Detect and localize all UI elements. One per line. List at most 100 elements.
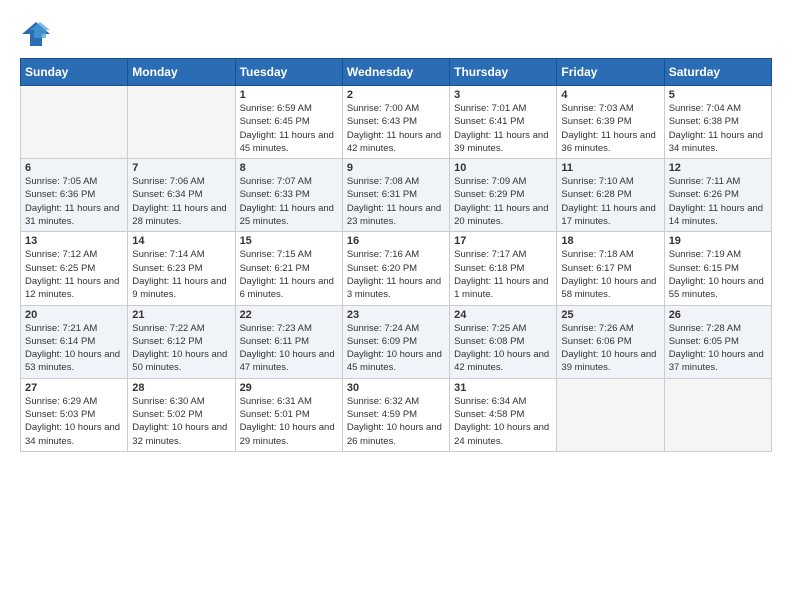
calendar-cell: 18Sunrise: 7:18 AMSunset: 6:17 PMDayligh…	[557, 232, 664, 305]
calendar-cell: 1Sunrise: 6:59 AMSunset: 6:45 PMDaylight…	[235, 86, 342, 159]
day-number: 25	[561, 309, 659, 321]
calendar-cell: 23Sunrise: 7:24 AMSunset: 6:09 PMDayligh…	[342, 305, 449, 378]
calendar-week-row: 13Sunrise: 7:12 AMSunset: 6:25 PMDayligh…	[21, 232, 772, 305]
day-number: 12	[669, 162, 767, 174]
day-info: Sunrise: 7:17 AMSunset: 6:18 PMDaylight:…	[454, 248, 552, 301]
day-number: 24	[454, 309, 552, 321]
calendar-cell: 29Sunrise: 6:31 AMSunset: 5:01 PMDayligh…	[235, 378, 342, 451]
calendar-cell: 21Sunrise: 7:22 AMSunset: 6:12 PMDayligh…	[128, 305, 235, 378]
logo	[20, 20, 56, 48]
day-info: Sunrise: 7:08 AMSunset: 6:31 PMDaylight:…	[347, 175, 445, 228]
calendar-cell: 4Sunrise: 7:03 AMSunset: 6:39 PMDaylight…	[557, 86, 664, 159]
calendar-cell: 27Sunrise: 6:29 AMSunset: 5:03 PMDayligh…	[21, 378, 128, 451]
day-number: 28	[132, 382, 230, 394]
calendar-cell: 30Sunrise: 6:32 AMSunset: 4:59 PMDayligh…	[342, 378, 449, 451]
day-info: Sunrise: 6:34 AMSunset: 4:58 PMDaylight:…	[454, 395, 552, 448]
calendar-cell: 14Sunrise: 7:14 AMSunset: 6:23 PMDayligh…	[128, 232, 235, 305]
day-number: 31	[454, 382, 552, 394]
calendar-cell: 28Sunrise: 6:30 AMSunset: 5:02 PMDayligh…	[128, 378, 235, 451]
calendar-cell: 10Sunrise: 7:09 AMSunset: 6:29 PMDayligh…	[450, 159, 557, 232]
calendar-cell: 3Sunrise: 7:01 AMSunset: 6:41 PMDaylight…	[450, 86, 557, 159]
calendar-cell	[128, 86, 235, 159]
day-info: Sunrise: 7:28 AMSunset: 6:05 PMDaylight:…	[669, 322, 767, 375]
calendar-cell: 9Sunrise: 7:08 AMSunset: 6:31 PMDaylight…	[342, 159, 449, 232]
day-info: Sunrise: 6:30 AMSunset: 5:02 PMDaylight:…	[132, 395, 230, 448]
weekday-header: Sunday	[21, 59, 128, 86]
day-number: 14	[132, 235, 230, 247]
weekday-header: Saturday	[664, 59, 771, 86]
calendar-week-row: 27Sunrise: 6:29 AMSunset: 5:03 PMDayligh…	[21, 378, 772, 451]
calendar-cell: 8Sunrise: 7:07 AMSunset: 6:33 PMDaylight…	[235, 159, 342, 232]
day-info: Sunrise: 7:03 AMSunset: 6:39 PMDaylight:…	[561, 102, 659, 155]
day-number: 21	[132, 309, 230, 321]
day-info: Sunrise: 7:21 AMSunset: 6:14 PMDaylight:…	[25, 322, 123, 375]
day-info: Sunrise: 7:23 AMSunset: 6:11 PMDaylight:…	[240, 322, 338, 375]
day-number: 13	[25, 235, 123, 247]
day-info: Sunrise: 7:11 AMSunset: 6:26 PMDaylight:…	[669, 175, 767, 228]
day-number: 16	[347, 235, 445, 247]
day-number: 27	[25, 382, 123, 394]
day-number: 5	[669, 89, 767, 101]
weekday-header: Tuesday	[235, 59, 342, 86]
day-number: 7	[132, 162, 230, 174]
day-info: Sunrise: 7:14 AMSunset: 6:23 PMDaylight:…	[132, 248, 230, 301]
weekday-header: Monday	[128, 59, 235, 86]
day-info: Sunrise: 7:09 AMSunset: 6:29 PMDaylight:…	[454, 175, 552, 228]
calendar-cell: 5Sunrise: 7:04 AMSunset: 6:38 PMDaylight…	[664, 86, 771, 159]
calendar-cell: 19Sunrise: 7:19 AMSunset: 6:15 PMDayligh…	[664, 232, 771, 305]
day-number: 10	[454, 162, 552, 174]
day-info: Sunrise: 7:06 AMSunset: 6:34 PMDaylight:…	[132, 175, 230, 228]
day-info: Sunrise: 6:29 AMSunset: 5:03 PMDaylight:…	[25, 395, 123, 448]
day-number: 6	[25, 162, 123, 174]
day-info: Sunrise: 7:01 AMSunset: 6:41 PMDaylight:…	[454, 102, 552, 155]
day-info: Sunrise: 7:22 AMSunset: 6:12 PMDaylight:…	[132, 322, 230, 375]
weekday-header: Friday	[557, 59, 664, 86]
day-number: 9	[347, 162, 445, 174]
day-number: 11	[561, 162, 659, 174]
weekday-header: Thursday	[450, 59, 557, 86]
day-info: Sunrise: 7:15 AMSunset: 6:21 PMDaylight:…	[240, 248, 338, 301]
day-info: Sunrise: 7:05 AMSunset: 6:36 PMDaylight:…	[25, 175, 123, 228]
calendar-cell: 13Sunrise: 7:12 AMSunset: 6:25 PMDayligh…	[21, 232, 128, 305]
day-info: Sunrise: 7:07 AMSunset: 6:33 PMDaylight:…	[240, 175, 338, 228]
day-number: 26	[669, 309, 767, 321]
day-number: 22	[240, 309, 338, 321]
calendar-cell	[557, 378, 664, 451]
day-info: Sunrise: 7:19 AMSunset: 6:15 PMDaylight:…	[669, 248, 767, 301]
calendar-week-row: 20Sunrise: 7:21 AMSunset: 6:14 PMDayligh…	[21, 305, 772, 378]
day-number: 2	[347, 89, 445, 101]
logo-icon	[20, 20, 52, 48]
day-info: Sunrise: 7:12 AMSunset: 6:25 PMDaylight:…	[25, 248, 123, 301]
calendar-cell: 25Sunrise: 7:26 AMSunset: 6:06 PMDayligh…	[557, 305, 664, 378]
calendar-cell: 31Sunrise: 6:34 AMSunset: 4:58 PMDayligh…	[450, 378, 557, 451]
calendar-cell: 15Sunrise: 7:15 AMSunset: 6:21 PMDayligh…	[235, 232, 342, 305]
calendar-cell: 16Sunrise: 7:16 AMSunset: 6:20 PMDayligh…	[342, 232, 449, 305]
day-number: 30	[347, 382, 445, 394]
calendar-cell	[664, 378, 771, 451]
day-info: Sunrise: 7:00 AMSunset: 6:43 PMDaylight:…	[347, 102, 445, 155]
calendar-table: SundayMondayTuesdayWednesdayThursdayFrid…	[20, 58, 772, 452]
calendar-cell: 12Sunrise: 7:11 AMSunset: 6:26 PMDayligh…	[664, 159, 771, 232]
day-number: 8	[240, 162, 338, 174]
day-info: Sunrise: 6:31 AMSunset: 5:01 PMDaylight:…	[240, 395, 338, 448]
day-info: Sunrise: 7:25 AMSunset: 6:08 PMDaylight:…	[454, 322, 552, 375]
day-number: 4	[561, 89, 659, 101]
calendar-cell: 24Sunrise: 7:25 AMSunset: 6:08 PMDayligh…	[450, 305, 557, 378]
day-number: 3	[454, 89, 552, 101]
day-number: 19	[669, 235, 767, 247]
day-info: Sunrise: 7:04 AMSunset: 6:38 PMDaylight:…	[669, 102, 767, 155]
calendar-cell: 7Sunrise: 7:06 AMSunset: 6:34 PMDaylight…	[128, 159, 235, 232]
calendar-cell: 17Sunrise: 7:17 AMSunset: 6:18 PMDayligh…	[450, 232, 557, 305]
page-header	[20, 20, 772, 48]
day-info: Sunrise: 6:59 AMSunset: 6:45 PMDaylight:…	[240, 102, 338, 155]
day-info: Sunrise: 7:24 AMSunset: 6:09 PMDaylight:…	[347, 322, 445, 375]
calendar-cell: 22Sunrise: 7:23 AMSunset: 6:11 PMDayligh…	[235, 305, 342, 378]
day-info: Sunrise: 7:26 AMSunset: 6:06 PMDaylight:…	[561, 322, 659, 375]
calendar-week-row: 1Sunrise: 6:59 AMSunset: 6:45 PMDaylight…	[21, 86, 772, 159]
day-number: 1	[240, 89, 338, 101]
day-number: 18	[561, 235, 659, 247]
calendar-cell: 6Sunrise: 7:05 AMSunset: 6:36 PMDaylight…	[21, 159, 128, 232]
calendar-cell: 20Sunrise: 7:21 AMSunset: 6:14 PMDayligh…	[21, 305, 128, 378]
calendar-cell: 26Sunrise: 7:28 AMSunset: 6:05 PMDayligh…	[664, 305, 771, 378]
day-info: Sunrise: 6:32 AMSunset: 4:59 PMDaylight:…	[347, 395, 445, 448]
